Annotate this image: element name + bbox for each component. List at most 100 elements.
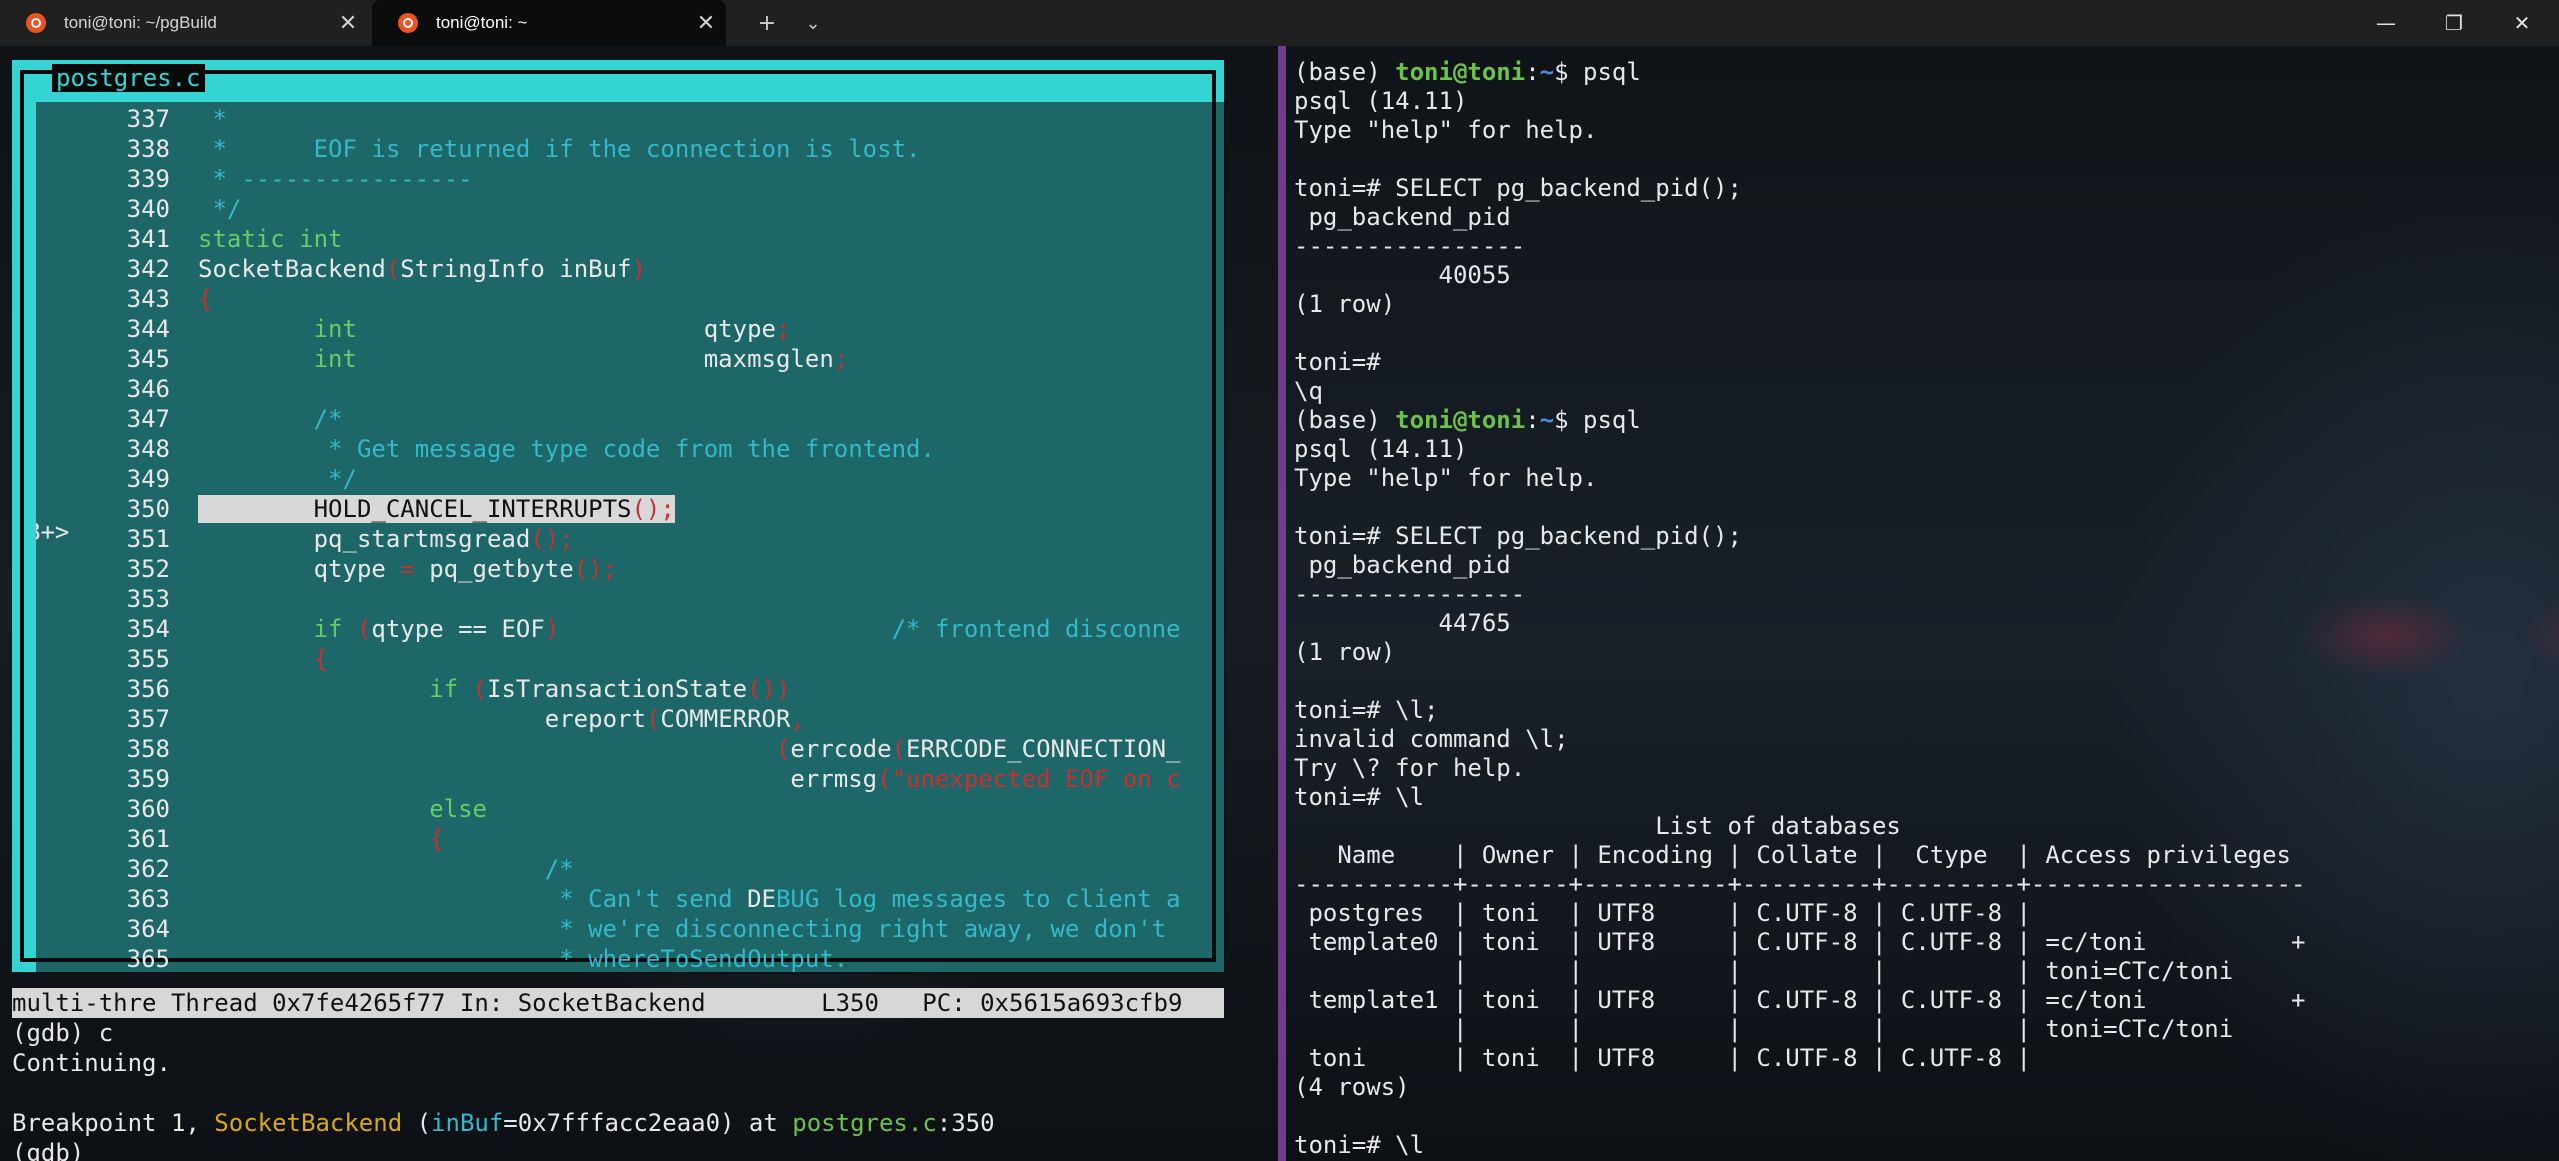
text-segment: ~ — [1540, 406, 1554, 434]
text-segment: toni@toni — [1395, 406, 1525, 434]
source-line: 365 * whereToSendOutput. — [36, 944, 848, 974]
minimize-button[interactable]: — — [2352, 0, 2420, 46]
tab-home[interactable]: toni@toni: ~ ✕ — [372, 0, 726, 46]
line-number: 343 — [36, 284, 170, 314]
chevron-down-icon[interactable]: ⌄ — [790, 0, 836, 46]
text-segment: qtype — [198, 555, 400, 583]
source-code: if (qtype == EOF) /* frontend disconne — [198, 615, 1181, 643]
close-tab-icon[interactable]: ✕ — [686, 10, 726, 36]
text-segment: ~ — [1540, 58, 1554, 86]
text-segment: errmsg — [198, 765, 877, 793]
text-segment: int — [198, 315, 357, 343]
text-segment: (1 row) — [1294, 290, 1395, 318]
source-line: 359 errmsg("unexpected EOF on c — [36, 764, 1181, 794]
source-code: * Get message type code from the fronten… — [198, 435, 935, 463]
tab-pgbuild[interactable]: toni@toni: ~/pgBuild ✕ — [0, 0, 368, 46]
close-window-button[interactable]: ✕ — [2488, 0, 2556, 46]
psql-terminal-pane[interactable]: (base) toni@toni:~$ psqlpsql (14.11)Type… — [1286, 46, 2559, 1161]
source-code: * we're disconnecting right away, we don… — [198, 915, 1166, 943]
text-segment: HOLD_CANCEL_INTERRUPTS — [198, 495, 631, 523]
text-segment: pq_getbyte — [415, 555, 574, 583]
text-segment: postgres | toni | UTF8 | C.UTF-8 | C.UTF… — [1294, 899, 2031, 927]
text-segment: Continuing. — [12, 1049, 171, 1077]
text-segment: toni=# SELECT pg_backend_pid(); — [1294, 522, 1742, 550]
text-segment: { — [198, 285, 212, 313]
text-segment: -----------+-------+----------+---------… — [1294, 870, 2305, 898]
new-tab-icon[interactable]: + — [744, 0, 790, 46]
text-segment: invalid command \l; — [1294, 725, 1569, 753]
text-segment: template1 | toni | UTF8 | C.UTF-8 | C.UT… — [1294, 986, 2305, 1014]
ubuntu-icon — [398, 13, 418, 33]
console-line: Continuing. — [12, 1048, 171, 1078]
pane-divider[interactable] — [1278, 46, 1286, 1161]
source-line: 339 * ---------------- — [36, 164, 473, 194]
restore-button[interactable]: ❐ — [2420, 0, 2488, 46]
line-number: 342 — [36, 254, 170, 284]
line-number: 363 — [36, 884, 170, 914]
source-code: * ---------------- — [198, 165, 473, 193]
source-code: * EOF is returned if the connection is l… — [198, 135, 920, 163]
psql-line: | | | | | toni=CTc/toni — [1294, 957, 2233, 986]
psql-line: toni=# \l — [1294, 1131, 1424, 1160]
source-code: SocketBackend(StringInfo inBuf) — [198, 255, 646, 283]
source-line: 352 qtype = pq_getbyte(); — [36, 554, 617, 584]
text-segment: (1 row) — [1294, 638, 1395, 666]
psql-line: (1 row) — [1294, 638, 1395, 667]
text-segment: toni | toni | UTF8 | C.UTF-8 | C.UTF-8 | — [1294, 1044, 2031, 1072]
psql-line: Type "help" for help. — [1294, 116, 1597, 145]
window-title-bar: toni@toni: ~/pgBuild ✕ toni@toni: ~ ✕ + … — [0, 0, 2559, 46]
source-line: 338 * EOF is returned if the connection … — [36, 134, 920, 164]
source-file-title: postgres.c — [52, 64, 205, 92]
source-code: ereport(COMMERROR, — [198, 705, 805, 733]
psql-line: template1 | toni | UTF8 | C.UTF-8 | C.UT… — [1294, 986, 2305, 1015]
source-code: else — [198, 795, 487, 823]
source-line: B+>350 HOLD_CANCEL_INTERRUPTS(); — [36, 494, 675, 524]
source-code: * whereToSendOutput. — [198, 945, 848, 973]
line-number: 361 — [36, 824, 170, 854]
text-segment: pg_backend_pid — [1294, 551, 1511, 579]
source-code: { — [198, 645, 328, 673]
source-code: qtype = pq_getbyte(); — [198, 555, 617, 583]
psql-line: Type "help" for help. — [1294, 464, 1597, 493]
text-segment: toni=# SELECT pg_backend_pid(); — [1294, 174, 1742, 202]
console-line: (gdb) — [12, 1138, 99, 1161]
psql-line: (base) toni@toni:~$ psql — [1294, 58, 1641, 87]
source-code: /* — [198, 405, 343, 433]
line-number: 347 — [36, 404, 170, 434]
text-segment: psql (14.11) — [1294, 435, 1467, 463]
text-segment: qtype — [357, 315, 776, 343]
text-segment: * whereToSendOutput. — [198, 945, 848, 973]
source-code: /* — [198, 855, 574, 883]
close-tab-icon[interactable]: ✕ — [328, 10, 368, 36]
text-segment: = — [400, 555, 414, 583]
gdb-status-line: multi-thre Thread 0x7fe4265f77 In: Socke… — [12, 988, 1224, 1018]
text-segment: if — [198, 675, 473, 703]
source-line: 361 { — [36, 824, 444, 854]
text-segment: toni=# \l; — [1294, 696, 1439, 724]
source-code-area: 337 *338 * EOF is returned if the connec… — [36, 102, 1226, 974]
line-number: 360 — [36, 794, 170, 824]
source-code: if (IsTransactionState()) — [198, 675, 790, 703]
source-line: 345 int maxmsglen; — [36, 344, 848, 374]
text-segment: (); — [574, 555, 617, 583]
source-line: 348 * Get message type code from the fro… — [36, 434, 935, 464]
psql-line: (1 row) — [1294, 290, 1395, 319]
source-line: 337 * — [36, 104, 227, 134]
text-segment: toni=# \l — [1294, 1131, 1424, 1159]
text-segment: ( — [357, 615, 371, 643]
text-segment: ; — [776, 315, 790, 343]
text-segment: * EOF is returned if the connection is l… — [198, 135, 920, 163]
text-segment: SocketBackend — [214, 1109, 402, 1137]
text-segment: : — [1525, 58, 1539, 86]
psql-line: (4 rows) — [1294, 1073, 1410, 1102]
psql-line: psql (14.11) — [1294, 87, 1467, 116]
line-number: 341 — [36, 224, 170, 254]
psql-line: invalid command \l; — [1294, 725, 1569, 754]
text-segment: * ---------------- — [198, 165, 473, 193]
text-segment: :350 — [937, 1109, 995, 1137]
psql-line: toni=# \l; — [1294, 696, 1439, 725]
source-line: 364 * we're disconnecting right away, we… — [36, 914, 1166, 944]
gdb-terminal-pane[interactable]: postgres.c 337 *338 * EOF is returned if… — [0, 46, 1278, 1161]
text-segment: (base) — [1294, 406, 1395, 434]
source-code: */ — [198, 195, 241, 223]
